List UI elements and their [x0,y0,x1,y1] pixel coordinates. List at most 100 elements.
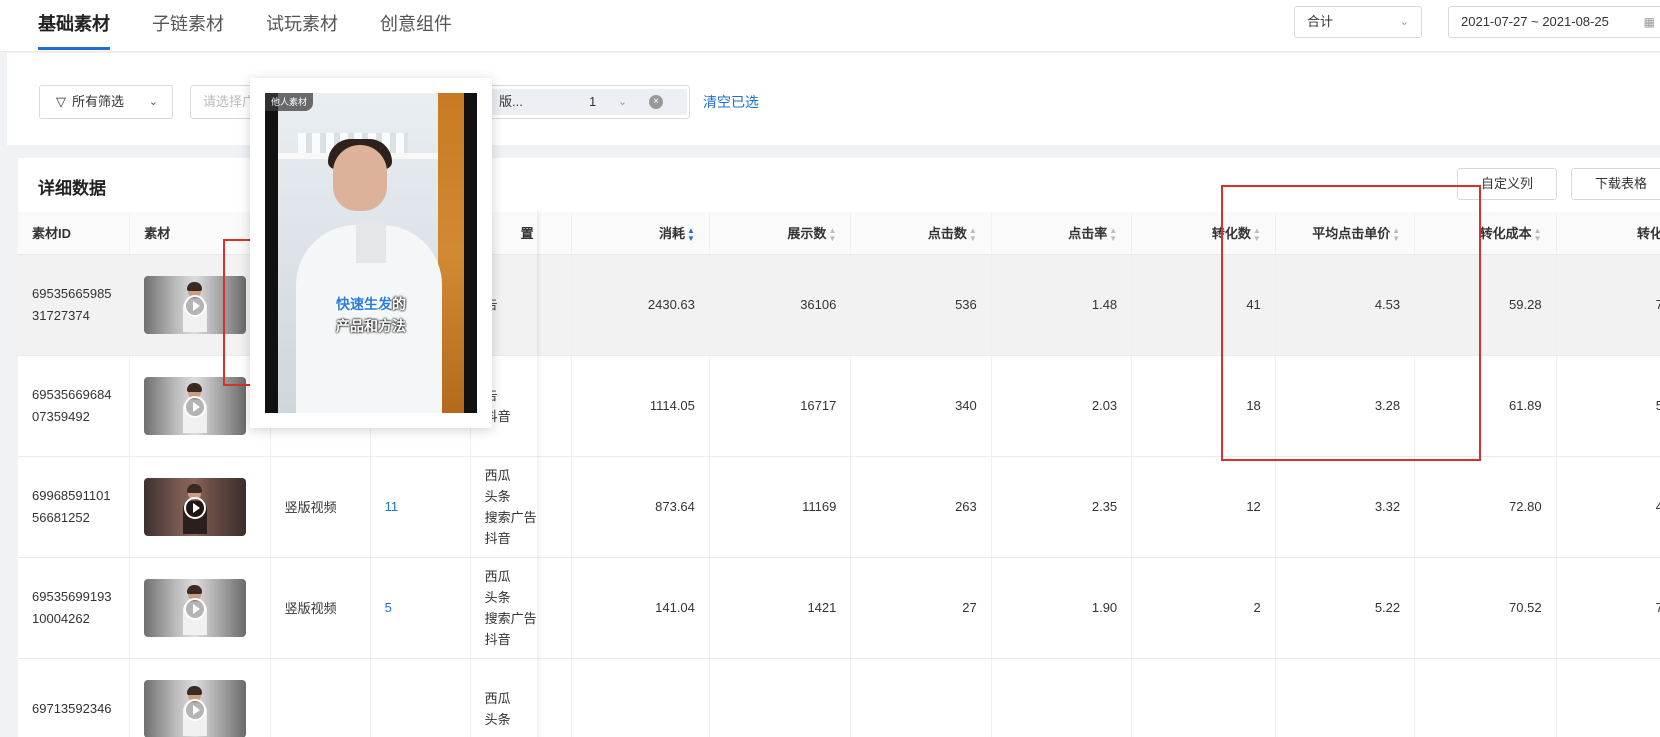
caption-line2: 产品和方法 [336,318,406,334]
placement-line: 搜索广告 [484,509,537,525]
selected-chip[interactable]: 版... 1 ⌄ × [491,89,687,115]
cell-count [370,658,471,737]
material-id-line1: 69713592346 [32,700,112,716]
material-id-line2: 56681252 [32,509,90,525]
play-icon[interactable] [184,294,207,317]
material-thumbnail[interactable] [144,275,247,334]
placement-line: 西瓜 [484,690,511,706]
top-bar: 基础素材 子链素材 试玩素材 创意组件 合计 ⌄ 2021-07-27 ~ 20… [0,0,1660,52]
cell-avg-cpc: 5.22 [1275,557,1416,659]
play-icon[interactable] [184,698,207,721]
fixed-column-shadow [537,210,542,737]
col-conversions-label: 转化数 [1211,225,1251,241]
video-caption: 快速生发的 产品和方法 [265,293,477,337]
table-row[interactable]: 69968591101 56681252 竖版视频 11 西瓜 头条 搜索广告 抖音 873.6… [18,456,1660,558]
custom-columns-button[interactable]: 自定义列 [1457,168,1557,200]
col-clicks[interactable]: 点击数 ▲ ▼ [850,212,992,255]
caption-highlight: 快速生发 [336,296,392,312]
cell-count: 11 [370,456,471,558]
all-filters-button[interactable]: ▽ 所有筛选 ⌄ [39,85,173,119]
col-cpa-label: 转化成本 [1479,225,1532,241]
placement-line: 抖音 [484,631,511,647]
cell-impressions [709,658,852,737]
play-icon[interactable] [184,597,207,620]
col-spend[interactable]: 消耗 ▲ ▼ [571,212,710,255]
sort-icon[interactable]: ▲ ▼ [1534,226,1542,243]
tab-sub-link-material[interactable]: 子链素材 [152,0,224,52]
play-icon[interactable] [184,395,207,418]
sort-icon[interactable]: ▲ ▼ [1392,226,1400,243]
col-avg-cpc[interactable]: 平均点击单价 ▲ ▼ [1275,212,1416,255]
date-range-picker[interactable]: 2021-07-27 ~ 2021-08-25 ▦ [1448,6,1660,38]
placement-line: 告 [485,294,557,315]
placement-line: 西瓜 [484,467,511,483]
cell-spend: 141.04 [571,557,710,659]
cell-spend: 873.64 [571,456,710,558]
cell-impressions: 1421 [709,557,852,659]
cell-impressions: 16717 [709,355,852,457]
chevron-down-icon: ⌄ [148,96,158,108]
table-row[interactable]: 69535699193 10004262 竖版视频 5 西瓜 头条 搜索广告 抖音 141.04… [18,557,1660,659]
presenter-collar [356,223,386,263]
tab-playable-material[interactable]: 试玩素材 [266,0,338,52]
chip-text: 版... [499,94,523,109]
cell-conversions: 18 [1131,355,1276,457]
sort-icon[interactable]: ▲ ▼ [828,226,836,243]
sort-icon[interactable]: ▲ ▼ [687,226,695,243]
placement-line: 头条 [484,488,511,504]
preview-video[interactable]: 他人素材 快速生发的 产品和方法 [265,93,477,413]
cell-placement: 西瓜 头条 [470,658,572,737]
cell-avg-cpc: 4.53 [1275,254,1416,356]
cell-conv-rate: 7 [1556,254,1660,356]
sort-icon[interactable]: ▲ ▼ [1253,226,1261,243]
download-table-button[interactable]: 下载表格 [1571,168,1660,200]
cell-type: 竖版视频 [270,456,371,558]
chevron-down-icon: ⌄ [1399,16,1409,28]
placement-line: 搜索广告 [484,610,537,626]
count-link[interactable]: 11 [385,499,399,514]
col-avg-cpc-label: 平均点击单价 [1312,225,1391,241]
cell-type: 竖版视频 [270,557,371,659]
material-thumbnail[interactable] [144,477,247,536]
summary-select[interactable]: 合计 ⌄ [1294,6,1422,38]
material-id-line1: 69535669684 [32,386,112,402]
count-link[interactable]: 5 [385,600,392,615]
calendar-icon: ▦ [1643,15,1655,29]
cell-conversions [1131,658,1276,737]
date-range-value: 2021-07-27 ~ 2021-08-25 [1461,14,1609,29]
material-id-line2: 07359492 [32,408,90,424]
cell-impressions: 11169 [709,456,852,558]
material-thumbnail[interactable] [144,376,247,435]
chevron-down-icon: ⌄ [618,96,628,108]
material-thumbnail[interactable] [144,679,247,737]
cell-ctr [991,658,1133,737]
cell-ctr: 2.35 [991,456,1133,558]
cell-material-id: 69535669684 07359492 [18,355,131,457]
clear-chip-icon[interactable]: × [649,95,663,109]
cell-cpa: 61.89 [1414,355,1557,457]
cell-placement: 西瓜 头条 搜索广告 抖音 [470,456,572,558]
material-id-line2: 10004262 [32,610,90,626]
col-impressions[interactable]: 展示数 ▲ ▼ [709,212,852,255]
cell-ctr: 1.48 [991,254,1133,356]
tab-creative-component[interactable]: 创意组件 [380,0,452,52]
cell-ctr: 1.90 [991,557,1133,659]
material-thumbnail[interactable] [144,578,247,637]
col-conversions[interactable]: 转化数 ▲ ▼ [1131,212,1276,255]
col-ctr[interactable]: 点击率 ▲ ▼ [991,212,1133,255]
placement-line: 西瓜 [484,568,511,584]
sort-icon[interactable]: ▲ ▼ [1109,226,1117,243]
sort-icon[interactable]: ▲ ▼ [969,226,977,243]
col-conv-rate[interactable]: 转化 [1556,212,1660,255]
cell-conversions: 12 [1131,456,1276,558]
material-id-line1: 69535665985 [32,285,112,301]
cell-spend: 1114.05 [571,355,710,457]
cell-ctr: 2.03 [991,355,1133,457]
clear-selection-link[interactable]: 清空已选 [703,85,759,119]
col-conv-rate-label: 转化 [1636,226,1660,242]
table-row[interactable]: 69713592346 西瓜 头条 [18,658,1660,737]
cell-avg-cpc [1275,658,1416,737]
tab-basic-material[interactable]: 基础素材 [38,0,110,52]
col-cpa[interactable]: 转化成本 ▲ ▼ [1414,212,1557,255]
play-icon[interactable] [184,496,207,519]
